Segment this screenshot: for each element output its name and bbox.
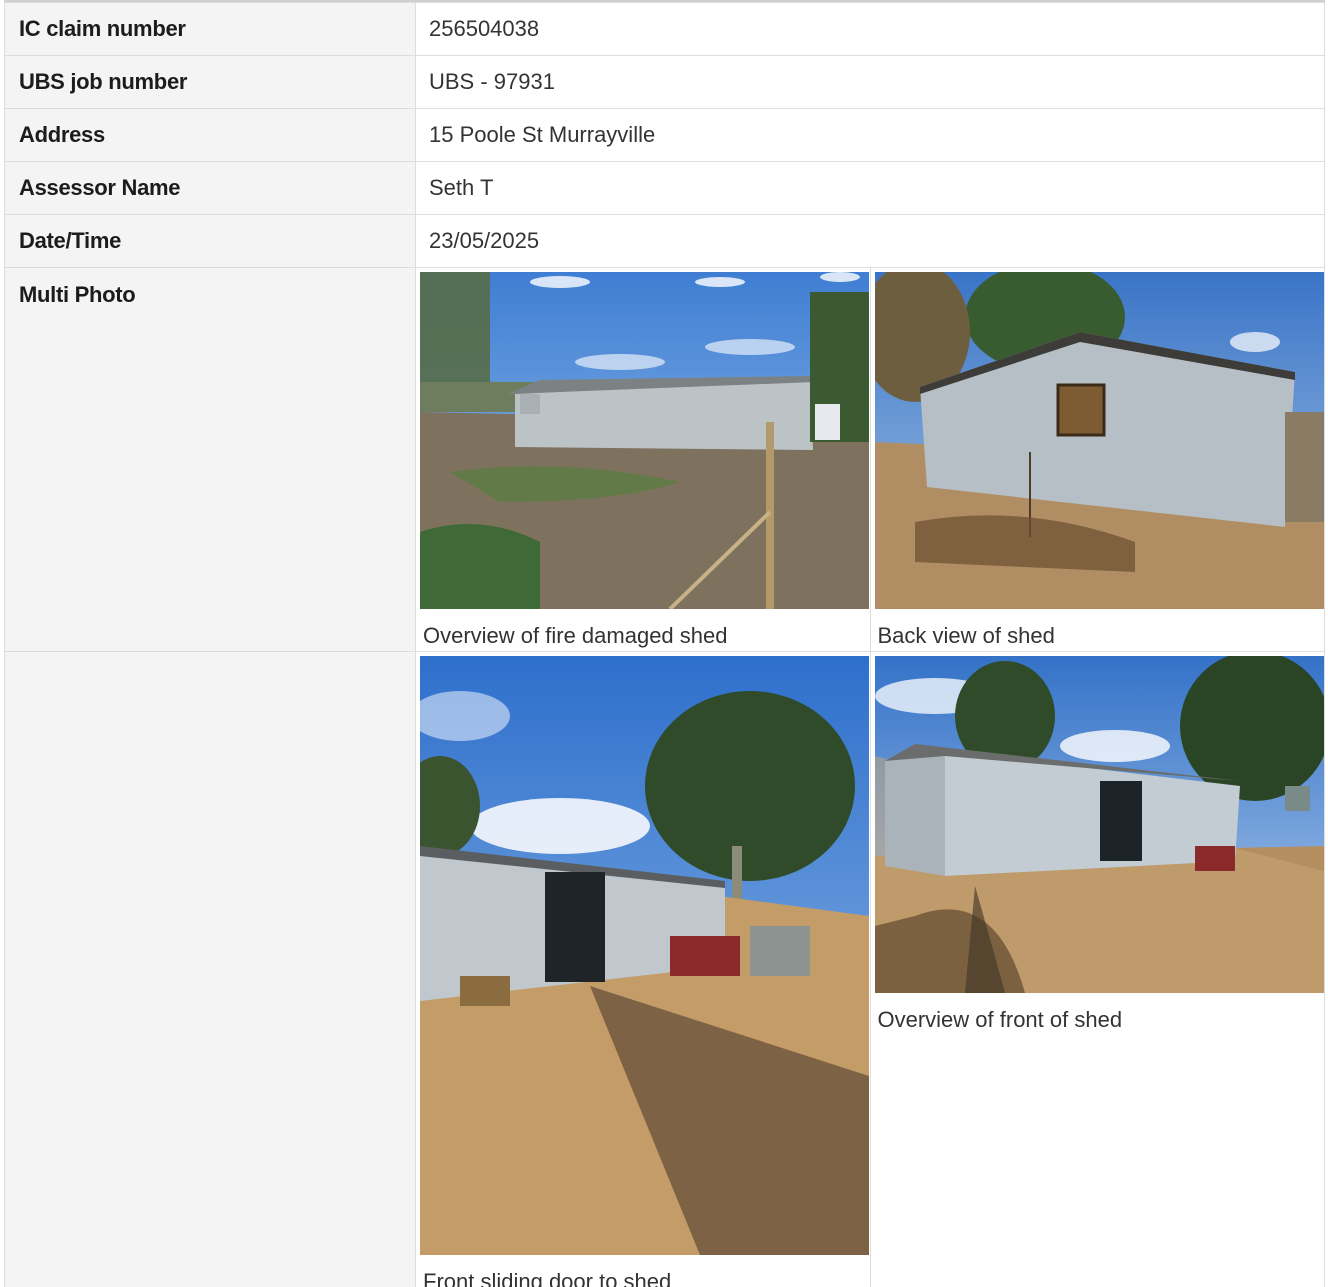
shed-front-door-photo[interactable] [420, 656, 869, 1255]
photo-caption: Back view of shed [877, 623, 1055, 648]
photo-caption: Front sliding door to shed [423, 1269, 672, 1287]
date-time-value: 23/05/2025 [415, 214, 1325, 268]
claim-number-value: 256504038 [415, 2, 1325, 56]
field-row-assessor: Assessor Name Seth T [4, 161, 1325, 215]
report-table: IC claim number 256504038 UBS job number… [4, 2, 1325, 1287]
shed-front-overview-photo[interactable] [874, 656, 1324, 993]
assessment-report: IC claim number 256504038 UBS job number… [4, 0, 1325, 1287]
field-row-address: Address 15 Poole St Murrayville [4, 108, 1325, 162]
field-row-date: Date/Time 23/05/2025 [4, 214, 1325, 268]
claim-number-label: IC claim number [4, 2, 416, 56]
field-row-claim-number: IC claim number 256504038 [4, 2, 1325, 56]
photo-row-1: Multi Photo Overview of fire damaged she… [4, 267, 1325, 652]
photo-cell: Overview of front of shed [869, 651, 1325, 1287]
assessor-name-value: Seth T [415, 161, 1325, 215]
date-time-label: Date/Time [4, 214, 416, 268]
photo-label-empty [4, 651, 416, 1287]
photo-cell: Front sliding door to shed [415, 651, 871, 1287]
address-label: Address [4, 108, 416, 162]
field-row-job-number: UBS job number UBS - 97931 [4, 55, 1325, 109]
job-number-label: UBS job number [4, 55, 416, 109]
job-number-value: UBS - 97931 [415, 55, 1325, 109]
multi-photo-label: Multi Photo [4, 267, 416, 652]
photo-cell: Back view of shed [869, 267, 1325, 652]
address-value: 15 Poole St Murrayville [415, 108, 1325, 162]
photo-caption: Overview of fire damaged shed [423, 623, 728, 648]
photo-caption: Overview of front of shed [877, 1007, 1123, 1032]
photo-cell: Overview of fire damaged shed [415, 267, 871, 652]
shed-side-view-photo[interactable] [420, 272, 869, 609]
shed-back-view-photo[interactable] [874, 272, 1324, 609]
assessor-name-label: Assessor Name [4, 161, 416, 215]
photo-row-2: Front sliding door to shed Overview of f… [4, 651, 1325, 1287]
